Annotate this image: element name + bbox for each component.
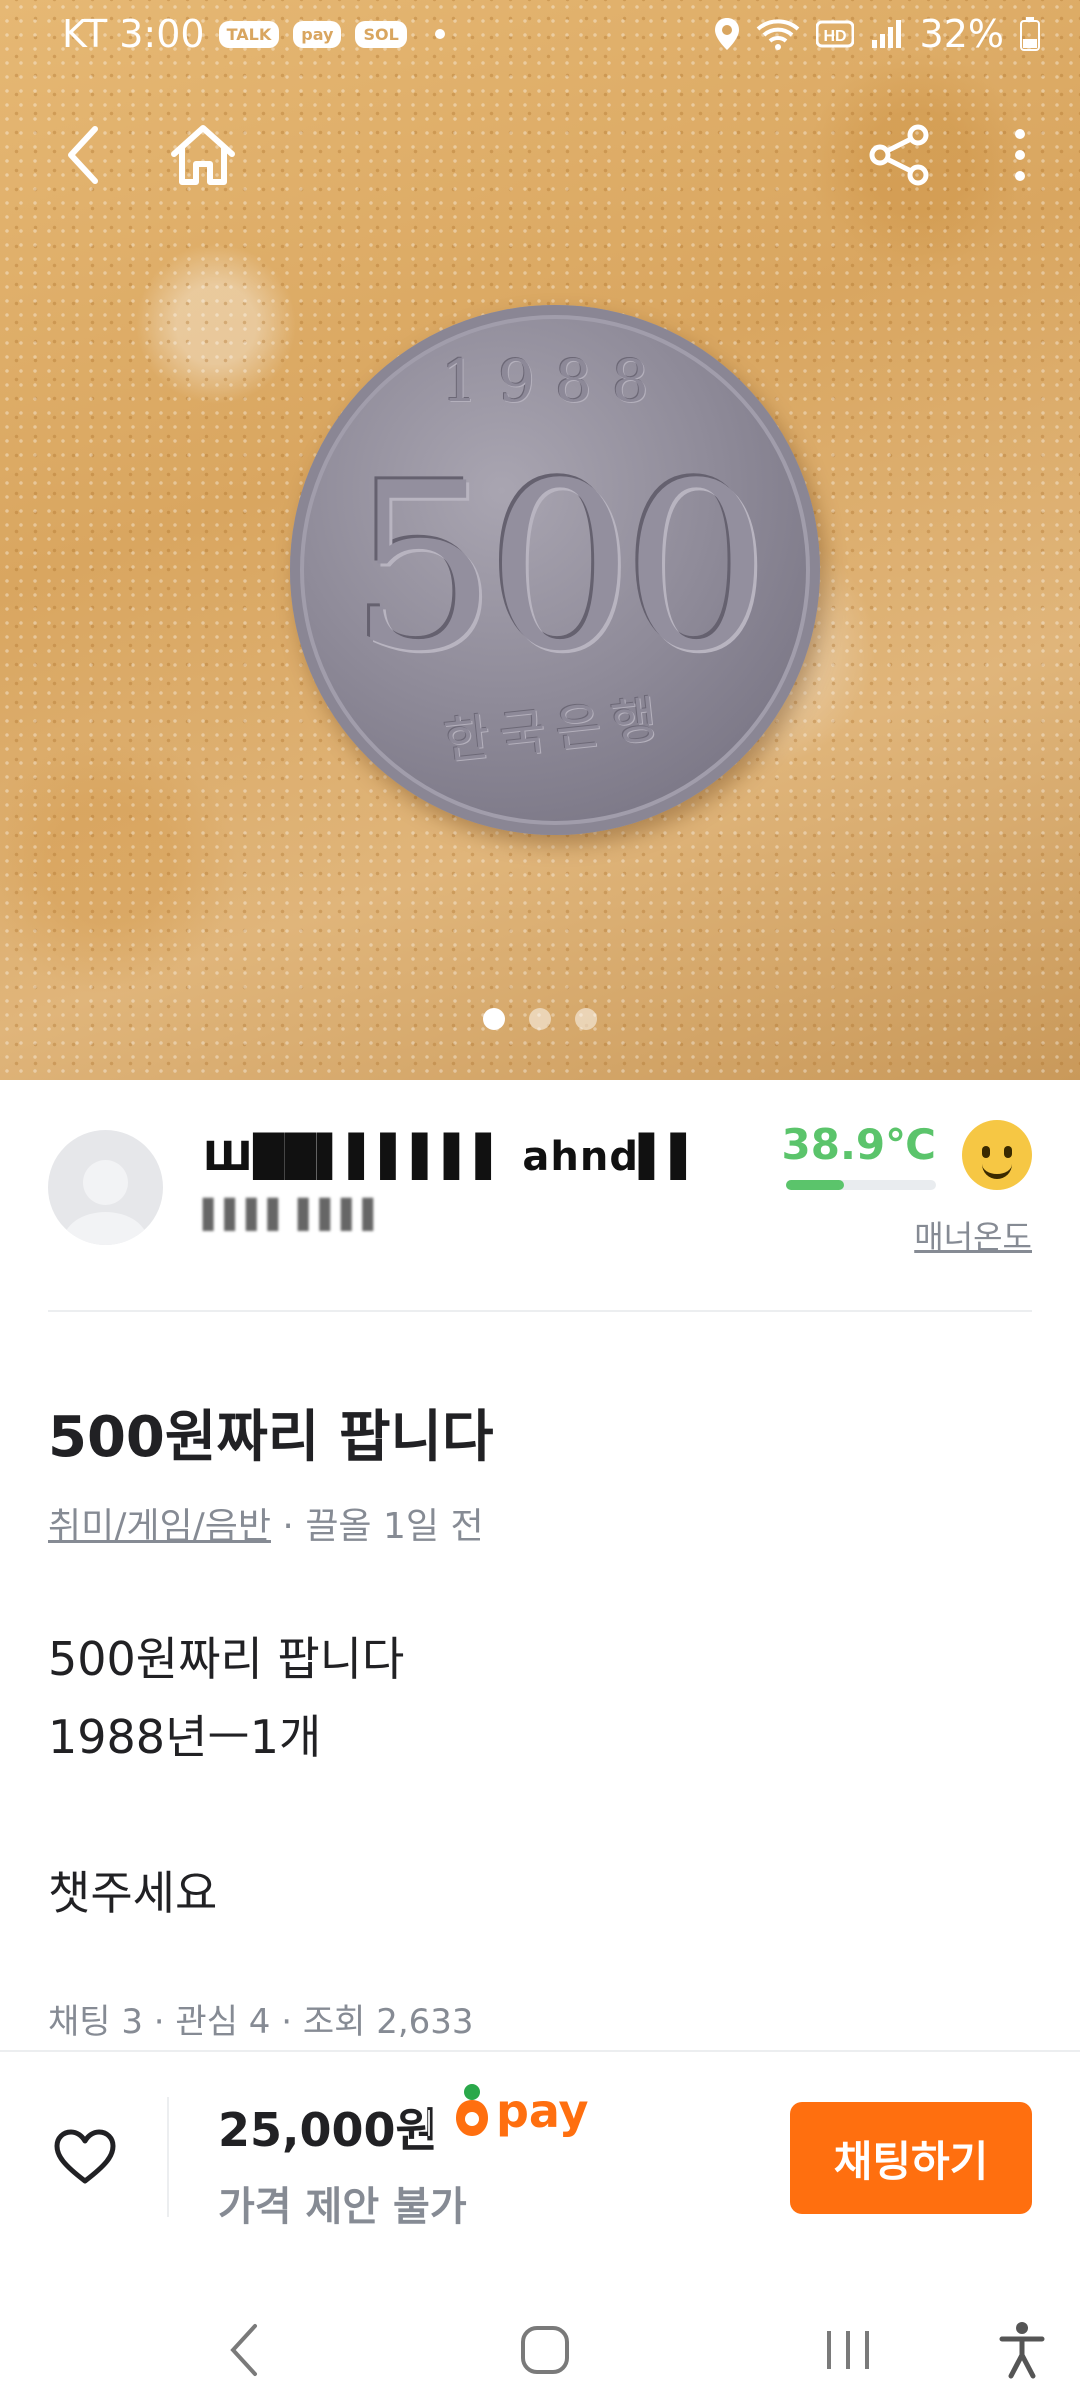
system-navigation-bar — [0, 2290, 1080, 2408]
signal-icon — [871, 20, 901, 48]
seller-location: ▌▌▌▌ ▌▌▌▌ — [203, 1198, 385, 1231]
price: 25,000원 — [218, 2103, 438, 2157]
seller-profile[interactable]: Ш██▌▌▌▌▌▌ ahnd▌▌ ▌▌▌▌ ▌▌▌▌ 38.9℃ 매너온도 — [48, 1120, 1032, 1256]
hd-icon: HD — [815, 20, 854, 48]
system-home-icon — [521, 2326, 569, 2374]
home-button[interactable] — [158, 110, 248, 200]
eye-icon — [1004, 1146, 1012, 1158]
status-bar: KT 3:00 TALK pay SOL HD 32% — [0, 0, 1080, 70]
description-line: 챗주세요 — [48, 1866, 218, 1920]
post-time: · 끌올 1일 전 — [270, 1506, 484, 1547]
separator — [428, 2110, 430, 2136]
location-icon — [714, 18, 739, 50]
divider — [48, 1310, 1032, 1312]
home-icon — [171, 125, 235, 185]
pay-badge-icon: pay — [293, 20, 342, 48]
more-button[interactable] — [975, 110, 1065, 200]
heart-icon — [54, 2129, 116, 2184]
description-line: 500원짜리 팝니다 — [48, 1632, 405, 1686]
carrier-time: KT 3:00 — [62, 12, 205, 56]
category-link[interactable]: 취미/게임/음반 — [48, 1506, 271, 1547]
accessibility-icon — [999, 2322, 1045, 2379]
post-stats: 채팅 3 · 관심 4 · 조회 2,633 — [48, 2002, 474, 2042]
sol-badge-icon: SOL — [355, 20, 407, 48]
notification-dot-icon — [434, 29, 445, 39]
back-icon — [68, 126, 98, 184]
coin-value: 500 — [350, 435, 770, 702]
temperature-bar-fill — [786, 1180, 845, 1190]
avatar-body-icon — [63, 1212, 148, 1245]
seller-name[interactable]: Ш██▌▌▌▌▌▌ ahnd▌▌ — [203, 1134, 703, 1180]
post-description: 500원짜리 팝니다 1988년ㅡ1개 챗주세요 — [48, 1620, 404, 1932]
pay-label: pay — [496, 2084, 589, 2138]
talk-badge-icon: TALK — [218, 20, 280, 48]
like-button[interactable] — [50, 2122, 120, 2192]
post-title: 500원짜리 팝니다 — [48, 1405, 494, 1470]
system-home-button[interactable] — [505, 2310, 585, 2390]
more-icon — [1015, 129, 1025, 181]
battery-percent: 32% — [919, 12, 1004, 56]
description-line — [48, 1776, 404, 1854]
battery-icon — [1020, 17, 1040, 51]
coin-image: 1988 500 한국은행 — [290, 305, 820, 835]
coin-year: 1988 — [441, 347, 669, 415]
manner-temperature: 38.9℃ — [781, 1120, 937, 1169]
back-button[interactable] — [38, 110, 128, 200]
mouth-icon — [982, 1160, 1012, 1179]
wifi-icon — [756, 19, 799, 50]
system-back-icon — [230, 2324, 257, 2376]
accessibility-button[interactable] — [982, 2310, 1062, 2390]
separator — [167, 2097, 169, 2217]
pager-dot — [529, 1008, 551, 1030]
description-line: 1988년ㅡ1개 — [48, 1710, 322, 1764]
system-back-button[interactable] — [204, 2310, 284, 2390]
carrot-icon — [456, 2084, 488, 2136]
karrot-pay-logo: pay — [454, 2082, 589, 2140]
chat-button[interactable]: 채팅하기 — [790, 2102, 1032, 2214]
avatar-face-icon — [83, 1160, 128, 1205]
temperature-bar — [786, 1180, 936, 1190]
post-meta: 취미/게임/음반 · 끌올 1일 전 — [48, 1497, 484, 1549]
pager-dot — [575, 1008, 597, 1030]
share-button[interactable] — [855, 110, 945, 200]
manner-temperature-link[interactable]: 매너온도 — [914, 1212, 1032, 1258]
photo-pager — [0, 1008, 1080, 1030]
avatar[interactable] — [48, 1130, 163, 1245]
svg-text:HD: HD — [823, 28, 846, 45]
system-recents-button[interactable] — [808, 2310, 888, 2390]
pager-dot — [483, 1008, 505, 1030]
bottom-action-bar: 25,000원 pay 가격 제안 불가 채팅하기 — [0, 2050, 1080, 2292]
system-recents-icon — [827, 2331, 869, 2369]
top-nav — [0, 110, 1080, 210]
eye-icon — [982, 1146, 990, 1158]
share-icon — [869, 124, 929, 186]
smile-face-icon — [962, 1120, 1032, 1190]
price-negotiation: 가격 제안 불가 — [218, 2184, 467, 2230]
